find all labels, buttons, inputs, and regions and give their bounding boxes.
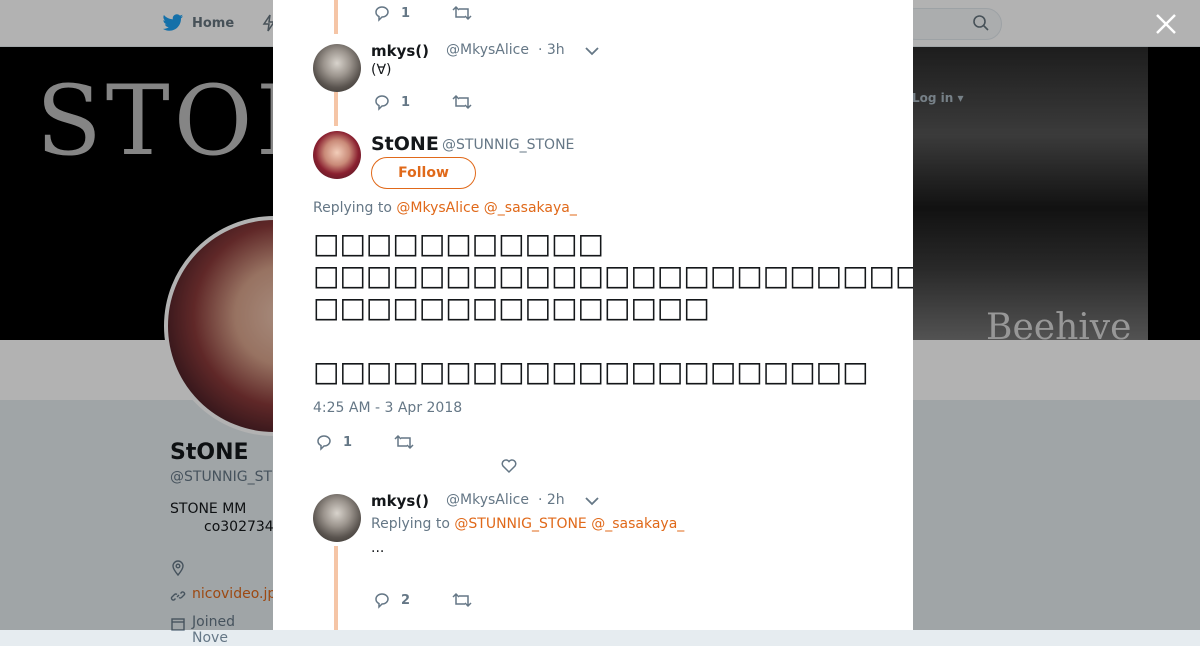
retweet-icon[interactable] [452, 591, 472, 609]
replying-to: Replying to @MkysAlice @_sasakaya_ [313, 200, 577, 216]
reply-icon [375, 95, 389, 111]
retweet-icon[interactable] [394, 433, 414, 451]
tweet-time[interactable]: · 2h [538, 492, 565, 508]
reply-count: 1 [401, 94, 411, 110]
replying-mentions[interactable]: @STUNNIG_STONE @_sasakaya_ [454, 516, 684, 532]
tweet-author-name[interactable]: mkys() [371, 42, 429, 60]
chevron-down-icon[interactable] [585, 46, 599, 56]
thread-connector [334, 0, 338, 34]
avatar[interactable] [313, 494, 361, 542]
replying-prefix: Replying to [313, 200, 397, 216]
chevron-down-icon[interactable] [585, 496, 599, 506]
replying-mentions[interactable]: @MkysAlice @_sasakaya_ [396, 200, 576, 216]
close-icon[interactable] [1154, 12, 1178, 36]
tweet-permalink-modal: 1 mkys() @MkysAlice · 3h (∀) 1 StONE @ST… [273, 0, 913, 630]
focus-tweet-text: □□□□□□□□□□□ □□□□□□□□□□□□□□□□□□□□□□□ □□□ □… [313, 227, 913, 388]
reply-action[interactable]: 1 [373, 93, 410, 111]
tweet-text: (∀) [371, 62, 392, 78]
reply-action[interactable]: 1 [315, 433, 352, 451]
tweet-time[interactable]: · 3h [538, 42, 565, 58]
focus-tweet-timestamp[interactable]: 4:25 AM - 3 Apr 2018 [313, 400, 462, 416]
replying-prefix: Replying to [371, 516, 455, 532]
retweet-icon[interactable] [452, 93, 472, 111]
focus-author-handle[interactable]: @STUNNIG_STONE [442, 137, 574, 153]
reply-icon [317, 435, 331, 451]
reply-count: 1 [343, 434, 353, 450]
reply-action[interactable]: 2 [373, 591, 410, 609]
thread-connector [334, 92, 338, 126]
replying-to: Replying to @STUNNIG_STONE @_sasakaya_ [371, 516, 684, 532]
reply-count: 1 [401, 5, 411, 21]
reply-count: 2 [401, 592, 411, 608]
retweet-icon[interactable] [452, 4, 472, 22]
avatar[interactable] [313, 44, 361, 92]
tweet-text: ... [371, 540, 385, 556]
tweet-author-handle[interactable]: @MkysAlice [446, 492, 529, 508]
follow-button[interactable]: Follow [371, 157, 476, 189]
reply-action[interactable]: 1 [373, 4, 410, 22]
tweet-author-handle[interactable]: @MkysAlice [446, 42, 529, 58]
focus-author-name[interactable]: StONE [371, 133, 439, 155]
avatar[interactable] [313, 131, 361, 179]
heart-icon[interactable] [500, 457, 518, 475]
thread-connector [334, 546, 338, 630]
tweet-author-name[interactable]: mkys() [371, 492, 429, 510]
reply-icon [375, 593, 389, 609]
reply-icon [375, 6, 389, 22]
